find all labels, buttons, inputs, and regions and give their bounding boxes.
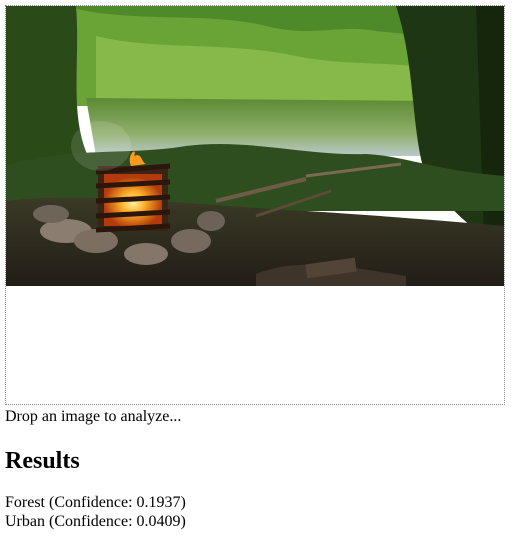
- result-item-urban: Urban (Confidence: 0.0409): [5, 513, 186, 530]
- results-list: Forest (Confidence: 0.1937) Urban (Confi…: [5, 493, 186, 531]
- image-drop-zone[interactable]: [5, 5, 505, 405]
- results-heading: Results: [5, 448, 80, 474]
- preview-image: [6, 6, 504, 286]
- drop-prompt: Drop an image to analyze...: [5, 408, 182, 425]
- result-item-forest: Forest (Confidence: 0.1937): [5, 494, 186, 511]
- page: Drop an image to analyze... Results Fore…: [0, 0, 530, 538]
